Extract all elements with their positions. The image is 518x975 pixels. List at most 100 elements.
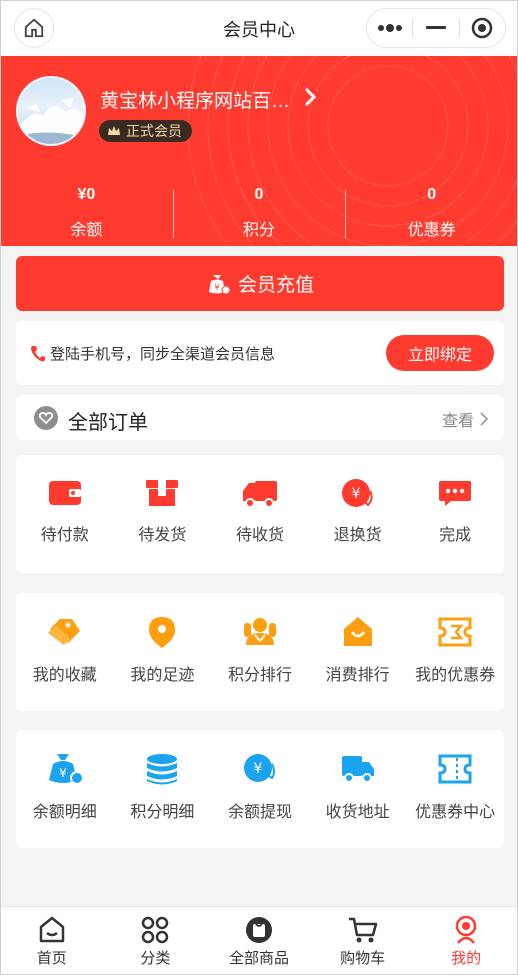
view-all-orders-link[interactable]: 查看 — [442, 407, 488, 431]
phone-icon — [31, 345, 45, 361]
money-bag-icon: ¥ — [208, 274, 231, 294]
account-stats: ¥0 余额 0 积分 0 优惠券 — [0, 182, 518, 242]
coupon-center[interactable]: 优惠券中心 — [406, 730, 504, 848]
profile-icon — [455, 915, 477, 944]
tool-label: 积分明细 — [130, 804, 195, 821]
member-level-badge: 正式会员 — [99, 120, 192, 142]
coupon-icon — [438, 754, 472, 784]
avatar-image — [18, 98, 84, 144]
my-footprints[interactable]: 我的足迹 — [114, 593, 212, 711]
more-button[interactable] — [367, 9, 412, 47]
coins-stack-icon — [147, 754, 178, 785]
more-dots-icon — [377, 24, 402, 32]
tab-cart[interactable]: 购物车 — [311, 907, 415, 975]
stat-coupons[interactable]: 0 优惠券 — [345, 182, 518, 242]
tab-label: 首页 — [36, 950, 67, 967]
stat-points[interactable]: 0 积分 — [172, 182, 346, 242]
order-status-label: 待收货 — [235, 527, 284, 544]
withdraw-icon: ¥ — [243, 754, 275, 782]
bind-phone-text: 登陆手机号，同步全渠道会员信息 — [30, 343, 275, 364]
chat-done-icon — [439, 481, 472, 506]
crown-icon — [108, 126, 120, 135]
svg-text:¥: ¥ — [59, 766, 67, 780]
svg-text:¥: ¥ — [351, 486, 360, 502]
service-label: 我的优惠券 — [415, 667, 496, 684]
spending-ranking[interactable]: 消费排行 — [309, 593, 407, 711]
heart-circle-icon — [34, 406, 58, 430]
tool-label: 收货地址 — [325, 804, 390, 821]
profile-arrow-button[interactable] — [302, 86, 318, 113]
service-label: 积分排行 — [227, 667, 292, 684]
member-level-label: 正式会员 — [126, 123, 182, 139]
top-navigation-bar: 会员中心 — [0, 0, 518, 56]
view-all-label: 查看 — [441, 413, 474, 430]
tab-label: 全部商品 — [228, 950, 289, 967]
order-status-label: 待付款 — [40, 527, 89, 544]
order-status-grid: 待付款 待发货 待收货 ¥ 退换货 完成 — [16, 455, 504, 573]
ticket-icon — [438, 617, 472, 647]
category-icon — [142, 916, 169, 944]
order-pending-payment[interactable]: 待付款 — [16, 455, 114, 573]
tool-label: 余额提现 — [227, 804, 292, 821]
shopping-bag-icon — [343, 617, 372, 646]
tab-profile[interactable]: 我的 — [414, 907, 518, 975]
bind-phone-label: 登陆手机号，同步全渠道会员信息 — [50, 346, 276, 363]
user-name[interactable]: 黄宝林小程序网站百… — [100, 86, 290, 113]
bind-phone-banner: 登陆手机号，同步全渠道会员信息 立即绑定 — [16, 321, 504, 385]
ranking-icon — [243, 618, 276, 645]
close-button[interactable] — [460, 9, 505, 47]
bind-now-button[interactable]: 立即绑定 — [386, 335, 494, 371]
cart-icon — [348, 917, 377, 943]
truck-icon — [242, 481, 277, 508]
service-label: 我的收藏 — [32, 667, 97, 684]
all-orders-header[interactable]: 全部订单 查看 — [16, 395, 504, 440]
minimize-button[interactable] — [413, 9, 458, 47]
svg-text:¥: ¥ — [254, 761, 263, 777]
chevron-right-icon — [480, 412, 488, 426]
points-details[interactable]: 积分明细 — [114, 730, 212, 848]
delivery-truck-icon — [341, 756, 374, 783]
tool-label: 优惠券中心 — [415, 804, 496, 821]
chevron-right-icon — [304, 87, 317, 107]
balance-withdraw[interactable]: ¥ 余额提现 — [211, 730, 309, 848]
package-icon — [146, 480, 179, 506]
order-completed[interactable]: 完成 — [406, 455, 504, 573]
tab-home[interactable]: 首页 — [0, 907, 104, 975]
stat-label: 积分 — [243, 222, 276, 239]
order-status-label: 退换货 — [333, 527, 382, 544]
tag-icon — [47, 619, 80, 645]
my-coupons[interactable]: 我的优惠券 — [406, 593, 504, 711]
member-header: 黄宝林小程序网站百… 正式会员 ¥0 余额 0 积分 0 优惠券 — [0, 56, 518, 246]
member-services-grid: 我的收藏 我的足迹 积分排行 消费排行 我的优惠券 — [16, 593, 504, 711]
stat-value: ¥0 — [77, 186, 96, 203]
shipping-address[interactable]: 收货地址 — [309, 730, 407, 848]
order-pending-shipment[interactable]: 待发货 — [114, 455, 212, 573]
tool-label: 余额明细 — [32, 804, 97, 821]
my-favorites[interactable]: 我的收藏 — [16, 593, 114, 711]
stat-value: 0 — [254, 186, 264, 203]
points-ranking[interactable]: 积分排行 — [211, 593, 309, 711]
tab-all-goods[interactable]: 全部商品 — [207, 907, 311, 975]
refund-icon: ¥ — [341, 479, 373, 507]
stat-value: 0 — [427, 186, 437, 203]
stat-balance[interactable]: ¥0 余额 — [0, 182, 173, 242]
target-icon — [472, 17, 493, 39]
all-goods-icon — [245, 917, 272, 943]
minimize-icon — [425, 26, 446, 29]
mini-program-capsule — [366, 8, 506, 48]
money-bag-icon: ¥ — [48, 754, 84, 785]
order-status-label: 待发货 — [138, 527, 187, 544]
tab-category[interactable]: 分类 — [104, 907, 208, 975]
service-label: 我的足迹 — [130, 667, 195, 684]
service-label: 消费排行 — [325, 667, 390, 684]
order-return-exchange[interactable]: ¥ 退换货 — [309, 455, 407, 573]
recharge-button[interactable]: ¥ 会员充值 — [16, 256, 504, 311]
avatar[interactable] — [16, 76, 86, 146]
order-pending-receipt[interactable]: 待收货 — [211, 455, 309, 573]
stat-label: 优惠券 — [407, 222, 456, 239]
home-tab-icon — [39, 916, 65, 943]
account-tools-grid: ¥ 余额明细 积分明细 ¥ 余额提现 收货地址 优惠券中心 — [16, 730, 504, 848]
tab-label: 分类 — [140, 950, 171, 967]
balance-details[interactable]: ¥ 余额明细 — [16, 730, 114, 848]
order-status-label: 完成 — [439, 527, 472, 544]
